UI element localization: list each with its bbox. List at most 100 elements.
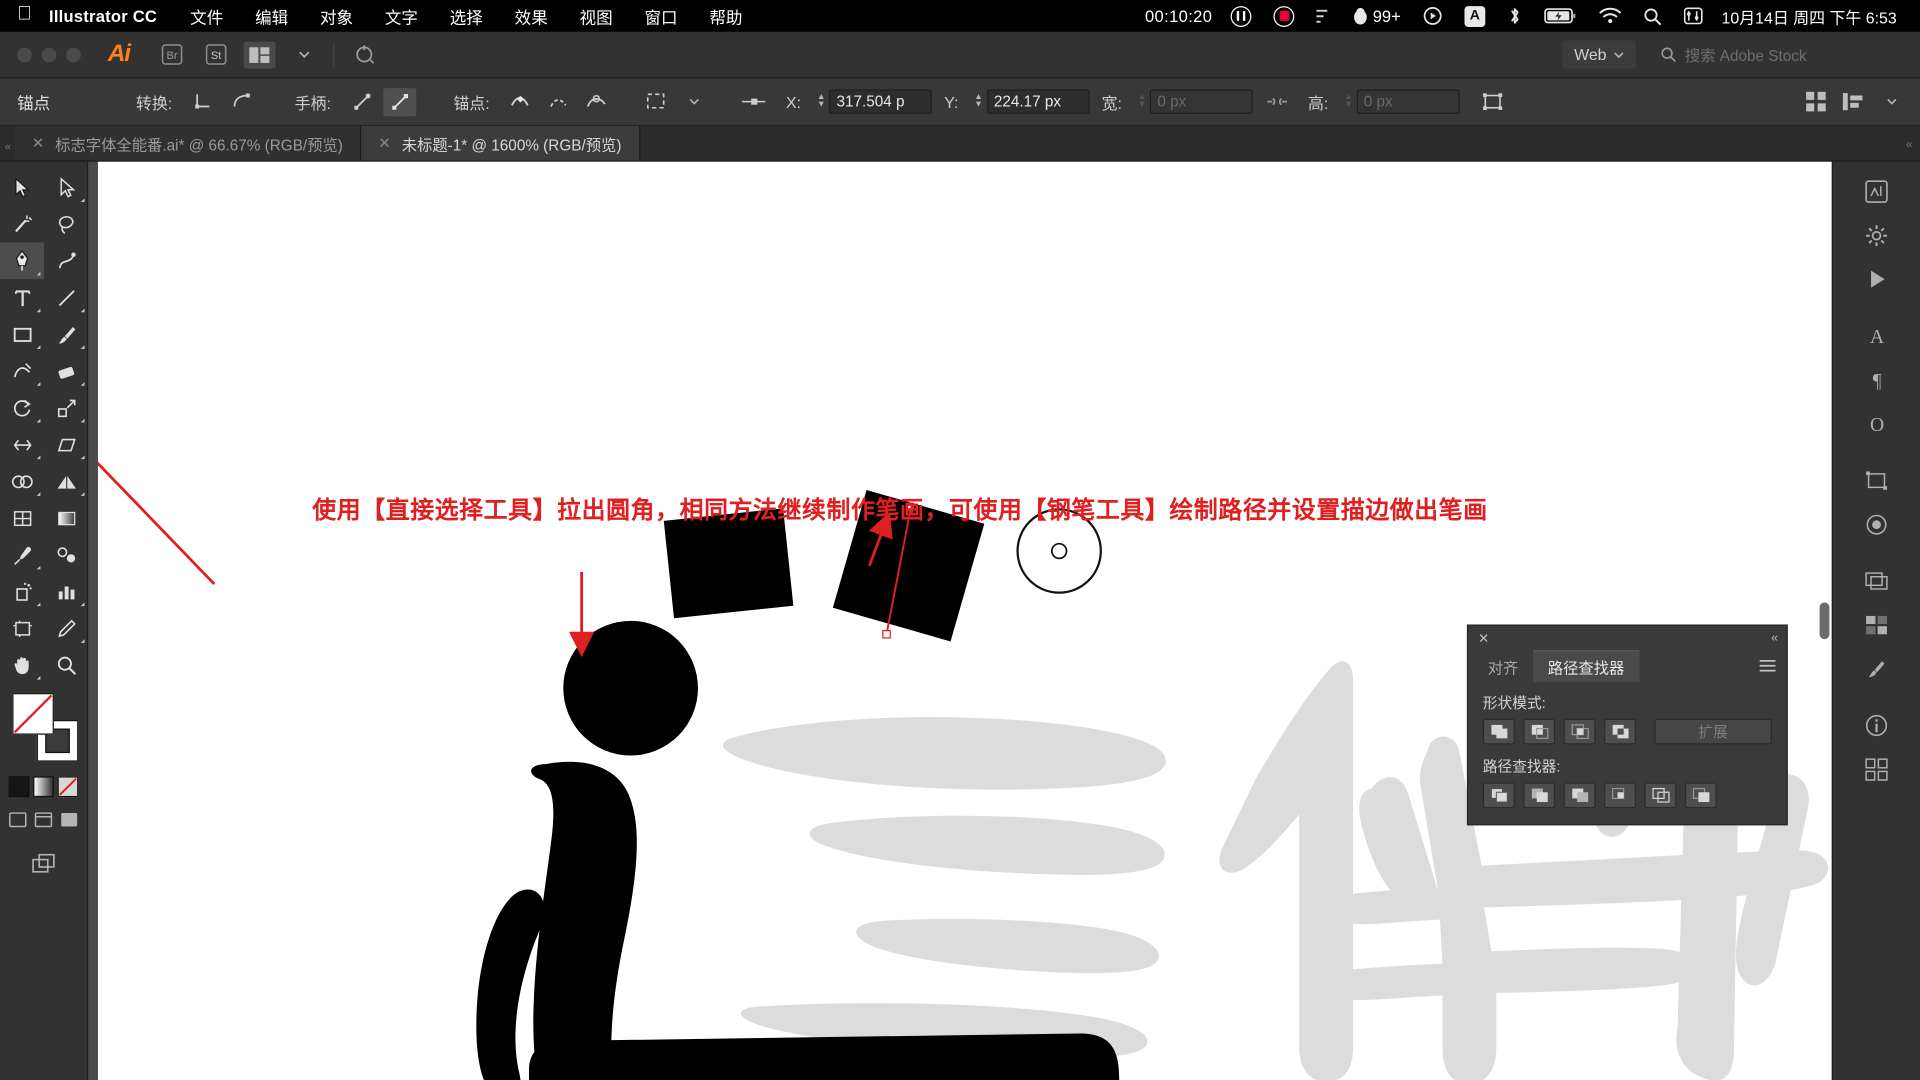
wifi-icon[interactable] <box>1588 7 1632 24</box>
symbol-sprayer-tool[interactable] <box>0 573 44 610</box>
menu-item-effect[interactable]: 效果 <box>499 4 564 28</box>
panel-menu-icon[interactable] <box>1749 650 1787 682</box>
menu-item-type[interactable]: 文字 <box>369 4 434 28</box>
rotate-tool[interactable] <box>0 389 44 426</box>
document-tab-1[interactable]: ✕ 未标题-1* @ 1600% (RGB/预览) <box>361 126 640 161</box>
intersect-icon[interactable] <box>1563 718 1596 745</box>
menu-item-file[interactable]: 文件 <box>174 4 239 28</box>
x-stepper[interactable]: ▲ ▼ <box>817 93 825 109</box>
properties-gear-icon[interactable] <box>1833 213 1920 257</box>
hide-handles-icon[interactable] <box>383 87 417 116</box>
normal-screen-mode[interactable] <box>9 812 27 834</box>
bluetooth-icon[interactable] <box>1496 6 1533 26</box>
pathfinder-panel[interactable]: ✕ « 对齐 路径查找器 形状模式: 扩展 路径查找器: <box>1466 624 1788 826</box>
selection-tool[interactable] <box>0 169 44 206</box>
full-screen-mode[interactable] <box>60 812 78 834</box>
scale-tool[interactable] <box>44 389 88 426</box>
libraries-icon[interactable] <box>1833 169 1920 213</box>
canvas-scrollbar-thumb[interactable] <box>1819 602 1830 640</box>
window-minimize-button[interactable] <box>41 47 57 62</box>
chevron-down-icon[interactable] <box>288 41 320 68</box>
tab-bar-overflow-icon[interactable]: « <box>1906 138 1920 160</box>
fill-swatch[interactable] <box>12 693 54 735</box>
collapse-panel-icon[interactable]: « <box>1771 631 1778 644</box>
expand-button[interactable]: 扩展 <box>1654 718 1772 745</box>
exclude-icon[interactable] <box>1604 718 1636 745</box>
apple-logo-icon[interactable]:  <box>17 4 49 27</box>
wechat-notification-item[interactable]: 99+ <box>1341 7 1412 25</box>
magic-wand-tool[interactable] <box>0 206 44 243</box>
column-graph-tool[interactable] <box>44 573 88 610</box>
cut-path-icon[interactable] <box>580 88 613 116</box>
height-input[interactable]: 0 px <box>1356 89 1460 114</box>
artboard[interactable]: 使用【直接选择工具】拉出圆角，相同方法继续制作笔画，可使用【钢笔工具】绘制路径并… <box>97 161 1832 1080</box>
close-icon[interactable]: ✕ <box>378 135 390 152</box>
character-type-icon[interactable]: A <box>1833 313 1920 357</box>
isolate-selected-icon[interactable] <box>640 88 673 116</box>
shape-builder-tool[interactable] <box>0 463 44 500</box>
minus-back-icon[interactable] <box>1684 782 1717 809</box>
perspective-grid-tool[interactable] <box>44 463 88 500</box>
transform-icon[interactable] <box>1476 88 1509 116</box>
play-actions-icon[interactable] <box>1833 257 1920 301</box>
search-icon[interactable] <box>1632 7 1672 25</box>
tab-align[interactable]: 对齐 <box>1473 650 1533 682</box>
bridge-br-icon[interactable]: Br <box>156 41 188 68</box>
type-tool[interactable] <box>0 279 44 316</box>
paragraph-icon[interactable]: ¶ <box>1833 358 1920 402</box>
chevron-down-icon[interactable] <box>1875 88 1908 116</box>
hand-tool[interactable] <box>0 647 44 684</box>
stop-recording-button[interactable] <box>1262 5 1305 27</box>
appearance-icon[interactable] <box>1833 558 1920 602</box>
menu-item-view[interactable]: 视图 <box>564 4 629 28</box>
zoom-tool[interactable] <box>44 647 88 684</box>
workspace-switcher[interactable]: Web <box>1561 40 1636 69</box>
convert-to-corner-icon[interactable] <box>187 88 220 116</box>
menu-item-help[interactable]: 帮助 <box>693 4 758 28</box>
none-swatch[interactable] <box>57 776 79 798</box>
eraser-tool[interactable] <box>44 353 88 390</box>
window-controls[interactable] <box>0 47 98 62</box>
width-tool[interactable] <box>0 426 44 463</box>
full-screen-menubar-mode[interactable] <box>34 812 53 834</box>
tools-preset-icon[interactable] <box>348 41 380 68</box>
remove-anchor-icon[interactable] <box>504 88 537 116</box>
battery-charging-icon[interactable] <box>1533 7 1588 24</box>
control-center-icon[interactable] <box>1673 7 1715 25</box>
convert-to-smooth-icon[interactable] <box>225 88 258 116</box>
slice-tool[interactable] <box>44 610 88 647</box>
pen-tool[interactable] <box>0 242 45 280</box>
change-screen-mode-icon[interactable] <box>0 834 87 874</box>
play-circle-icon[interactable] <box>1412 6 1454 26</box>
connect-anchor-icon[interactable] <box>542 88 575 116</box>
minus-front-icon[interactable] <box>1523 718 1556 745</box>
mesh-tool[interactable] <box>0 500 44 537</box>
menu-item-edit[interactable]: 编辑 <box>239 4 304 28</box>
menu-app-name[interactable]: Illustrator CC <box>49 7 174 25</box>
gradient-swatch[interactable] <box>33 776 54 798</box>
input-source-indicator[interactable]: A <box>1453 5 1496 27</box>
crop-icon[interactable] <box>1604 782 1636 809</box>
canvas-area[interactable]: 使用【直接选择工具】拉出圆角，相同方法继续制作笔画，可使用【钢笔工具】绘制路径并… <box>88 161 1832 1080</box>
gradient-tool[interactable] <box>44 500 88 537</box>
tab-pathfinder[interactable]: 路径查找器 <box>1533 650 1640 683</box>
menu-item-object[interactable]: 对象 <box>304 4 369 28</box>
chevron-down-icon[interactable] <box>678 88 711 116</box>
brushes-panel-icon[interactable] <box>1833 647 1920 691</box>
free-transform-tool[interactable] <box>44 426 88 463</box>
x-input[interactable]: 317.504 p <box>829 89 932 114</box>
y-input[interactable]: 224.17 px <box>986 89 1090 114</box>
lasso-tool[interactable] <box>44 206 88 243</box>
window-zoom-button[interactable] <box>66 47 81 62</box>
y-stepper[interactable]: ▲ ▼ <box>974 93 982 109</box>
outline-icon[interactable] <box>1644 782 1677 809</box>
adobe-stock-search[interactable]: 搜索 Adobe Stock <box>1648 39 1905 70</box>
curvature-tool[interactable] <box>44 242 88 279</box>
gradient-panel-icon[interactable] <box>1833 502 1920 546</box>
arrange-icon[interactable] <box>1837 88 1870 116</box>
direct-selection-tool[interactable] <box>44 169 88 206</box>
unlink-dimensions-icon[interactable] <box>1260 88 1293 116</box>
arrange-documents-icon[interactable] <box>243 41 276 68</box>
swatches-panel-icon[interactable] <box>1833 602 1920 646</box>
menu-item-select[interactable]: 选择 <box>434 4 499 28</box>
